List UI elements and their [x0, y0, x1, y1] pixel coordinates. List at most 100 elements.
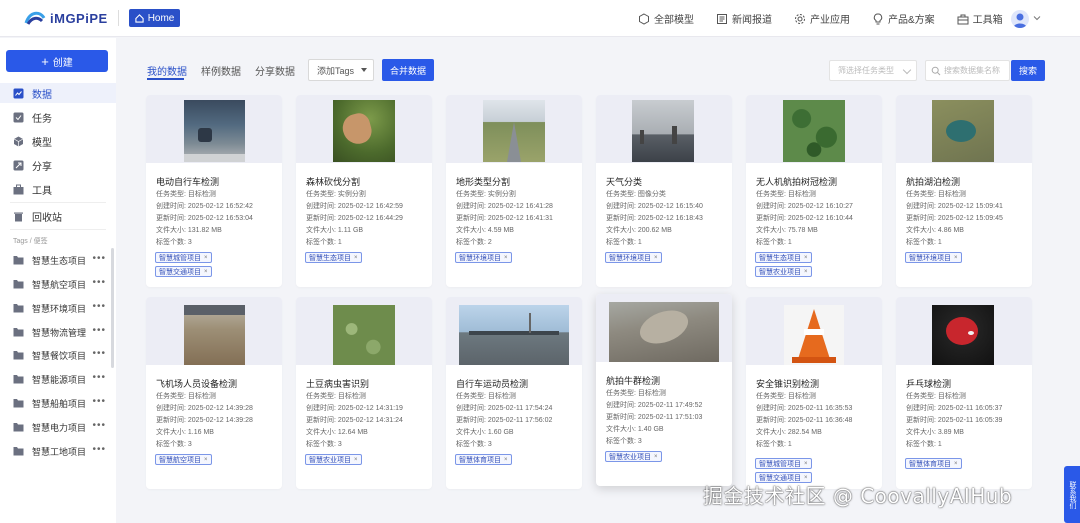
nav-industry[interactable]: 产业应用: [794, 11, 850, 26]
sidebar-item-data[interactable]: 数据: [0, 83, 116, 103]
nav-products[interactable]: 产品&方案: [872, 11, 935, 26]
file-size: 文件大小: 3.89 MB: [906, 429, 964, 436]
tag-item[interactable]: 智慧航空项目 •••: [0, 274, 116, 294]
dataset-card[interactable]: 航拍牛群检测 任务类型: 目标检测 创建时间: 2025-02-11 17:49…: [596, 294, 732, 486]
create-button[interactable]: + 创建: [6, 50, 108, 72]
tag-chip[interactable]: 智慧农业项目 ×: [305, 454, 362, 465]
sidebar-item-model[interactable]: 模型: [0, 131, 116, 151]
card-title: 航拍湖泊检测: [906, 177, 961, 187]
dataset-card[interactable]: 地形类型分割 任务类型: 实例分割 创建时间: 2025-02-12 16:41…: [446, 95, 582, 287]
dataset-card[interactable]: 无人机航拍树冠检测 任务类型: 目标检测 创建时间: 2025-02-12 16…: [746, 95, 882, 287]
dataset-card[interactable]: 森林砍伐分割 任务类型: 实例分割 创建时间: 2025-02-12 16:42…: [296, 95, 432, 287]
tag-count: 标签个数: 1: [606, 239, 642, 246]
task-type-select[interactable]: 筛选择任务类型: [829, 60, 917, 81]
sidebar-item-task[interactable]: 任务: [0, 107, 116, 127]
tag-count: 标签个数: 3: [156, 441, 192, 448]
logo[interactable]: iMGPiPE: [24, 9, 108, 27]
close-icon[interactable]: ×: [804, 269, 808, 275]
chip-label: 智慧体育项目: [459, 456, 501, 464]
dataset-card[interactable]: 土豆病虫害识别 任务类型: 目标检测 创建时间: 2025-02-12 14:3…: [296, 297, 432, 489]
dataset-card[interactable]: 飞机场人员设备检测 任务类型: 目标检测 创建时间: 2025-02-12 14…: [146, 297, 282, 489]
tag-item[interactable]: 智慧工地项目 •••: [0, 441, 116, 461]
more-icon[interactable]: •••: [92, 420, 106, 431]
tag-item[interactable]: 智慧餐饮项目 •••: [0, 345, 116, 365]
chevron-down-icon[interactable]: [1033, 14, 1041, 22]
search-button[interactable]: 搜索: [1011, 60, 1045, 81]
close-icon[interactable]: ×: [354, 457, 358, 463]
user-avatar[interactable]: [1011, 10, 1029, 28]
close-icon[interactable]: ×: [654, 255, 658, 261]
more-icon[interactable]: •••: [92, 277, 106, 288]
search-input[interactable]: 搜索数据集名称: [925, 60, 1010, 81]
tag-chip[interactable]: 智慧农业项目 ×: [755, 266, 812, 277]
nav-label: 产业应用: [810, 15, 850, 26]
close-icon[interactable]: ×: [204, 269, 208, 275]
folder-icon: [13, 447, 24, 456]
dataset-card[interactable]: 自行车运动员检测 任务类型: 目标检测 创建时间: 2025-02-11 17:…: [446, 297, 582, 489]
tag-chip[interactable]: 智慧城管项目 ×: [155, 252, 212, 263]
tag-chip[interactable]: 智慧生态项目 ×: [305, 252, 362, 263]
more-icon[interactable]: •••: [92, 253, 106, 264]
dataset-card[interactable]: 乒乓球检测 任务类型: 目标检测 创建时间: 2025-02-11 16:05:…: [896, 297, 1032, 489]
dataset-card[interactable]: 航拍湖泊检测 任务类型: 目标检测 创建时间: 2025-02-12 15:09…: [896, 95, 1032, 287]
tag-chip[interactable]: 智慧环境项目 ×: [605, 252, 662, 263]
more-icon[interactable]: •••: [92, 372, 106, 383]
close-icon[interactable]: ×: [504, 255, 508, 261]
tab-my-data[interactable]: 我的数据: [147, 63, 187, 78]
folder-icon: [13, 351, 24, 360]
dataset-thumbnail: [784, 305, 844, 365]
tag-chip[interactable]: 智慧航空项目 ×: [155, 454, 212, 465]
tag-chip[interactable]: 智慧生态项目 ×: [755, 252, 812, 263]
tab-sample-data[interactable]: 样例数据: [201, 63, 241, 78]
contact-us-button[interactable]: 联系我们: [1064, 466, 1080, 523]
close-icon[interactable]: ×: [354, 255, 358, 261]
dataset-card[interactable]: 电动自行车检测 任务类型: 目标检测 创建时间: 2025-02-12 16:5…: [146, 95, 282, 287]
tag-item[interactable]: 智慧船舶项目 •••: [0, 393, 116, 413]
close-icon[interactable]: ×: [204, 457, 208, 463]
tag-item[interactable]: 智慧生态项目 •••: [0, 250, 116, 270]
tag-chip[interactable]: 智慧体育项目 ×: [905, 458, 962, 469]
close-icon[interactable]: ×: [954, 255, 958, 261]
merge-data-button[interactable]: 合并数据: [382, 59, 434, 81]
close-icon[interactable]: ×: [654, 454, 658, 460]
tag-count: 标签个数: 3: [456, 441, 492, 448]
tag-item[interactable]: 智慧环境项目 •••: [0, 298, 116, 318]
tag-chip[interactable]: 智慧城管项目 ×: [755, 458, 812, 469]
thumbnail-area: [146, 95, 282, 163]
sidebar-item-tool[interactable]: 工具: [0, 179, 116, 199]
tag-chip[interactable]: 智慧交通项目 ×: [155, 266, 212, 277]
tag-chip[interactable]: 智慧农业项目 ×: [605, 451, 662, 462]
close-icon[interactable]: ×: [954, 461, 958, 467]
sidebar-item-trash[interactable]: 回收站: [0, 206, 116, 226]
nav-label: 新闻报道: [732, 15, 772, 26]
dataset-card[interactable]: 安全锥识别检测 任务类型: 目标检测 创建时间: 2025-02-11 16:3…: [746, 297, 882, 489]
close-icon[interactable]: ×: [504, 457, 508, 463]
tag-chip[interactable]: 智慧体育项目 ×: [455, 454, 512, 465]
nav-toolbox[interactable]: 工具箱: [957, 11, 1003, 26]
home-button[interactable]: Home: [128, 9, 181, 27]
more-icon[interactable]: •••: [92, 348, 106, 359]
sidebar-item-share[interactable]: 分享: [0, 155, 116, 175]
more-icon[interactable]: •••: [92, 444, 106, 455]
more-icon[interactable]: •••: [92, 325, 106, 336]
close-icon[interactable]: ×: [804, 255, 808, 261]
tab-shared-data[interactable]: 分享数据: [255, 63, 295, 78]
close-icon[interactable]: ×: [804, 461, 808, 467]
more-icon[interactable]: •••: [92, 301, 106, 312]
dataset-card[interactable]: 天气分类 任务类型: 图像分类 创建时间: 2025-02-12 16:15:4…: [596, 95, 732, 287]
tag-chip[interactable]: 智慧环境项目 ×: [455, 252, 512, 263]
file-size: 文件大小: 75.78 MB: [756, 227, 818, 234]
search-placeholder: 搜索数据集名称: [944, 66, 1000, 75]
sidebar-scrollbar[interactable]: [111, 248, 114, 368]
nav-news[interactable]: 新闻报道: [716, 11, 772, 26]
tag-item[interactable]: 智慧能源项目 •••: [0, 369, 116, 389]
tag-chip[interactable]: 智慧环境项目 ×: [905, 252, 962, 263]
more-icon[interactable]: •••: [92, 396, 106, 407]
trash-icon: [14, 212, 23, 221]
close-icon[interactable]: ×: [204, 255, 208, 261]
tag-item[interactable]: 智慧电力项目 •••: [0, 417, 116, 437]
tag-item[interactable]: 智慧物流管理 •••: [0, 322, 116, 342]
nav-all-models[interactable]: 全部模型: [638, 11, 694, 26]
chip-label: 智慧环境项目: [609, 254, 651, 262]
add-tags-select[interactable]: 添加Tags: [308, 59, 374, 81]
